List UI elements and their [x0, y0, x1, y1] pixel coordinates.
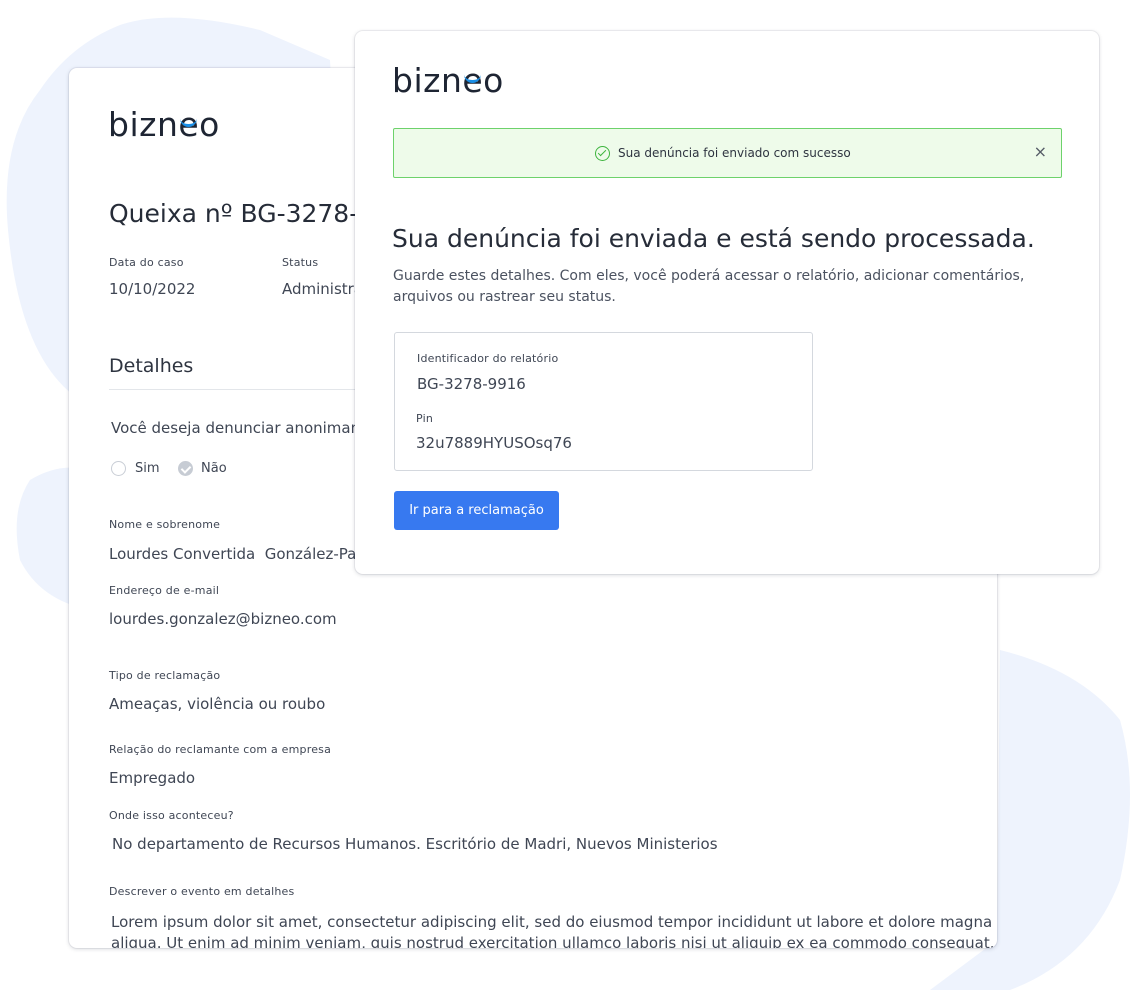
- name-label: Nome e sobrenome: [109, 518, 221, 531]
- details-heading: Detalhes: [109, 355, 194, 377]
- relation-label: Relação do reclamante com a empresa: [109, 743, 332, 756]
- describe-line-1: Lorem ipsum dolor sit amet, consectetur …: [111, 913, 993, 931]
- confirmation-heading: Sua denúncia foi enviada e está sendo pr…: [392, 224, 1035, 253]
- confirmation-description-line-2: arquivos ou rastrear seu status.: [393, 289, 616, 305]
- relation-value: Empregado: [109, 769, 196, 787]
- submission-confirmation-card: bizne o Sua denúncia foi enviado com suce…: [355, 31, 1099, 574]
- success-alert: Sua denúncia foi enviado com sucesso ×: [393, 128, 1062, 178]
- report-id-label: Identificador do relatório: [417, 352, 559, 365]
- go-to-complaint-button[interactable]: Ir para a reclamação: [394, 491, 559, 530]
- email-value: lourdes.gonzalez@bizneo.com: [109, 610, 337, 628]
- anonymous-question: Você deseja denunciar anonimam: [111, 419, 366, 437]
- where-value: No departamento de Recursos Humanos. Esc…: [112, 835, 718, 853]
- bizneo-logo: bizne o: [108, 105, 220, 144]
- radio-yes-label[interactable]: Sim: [135, 461, 160, 476]
- where-label: Onde isso aconteceu?: [109, 809, 234, 822]
- case-date-label: Data do caso: [109, 256, 184, 269]
- describe-line-2: aliqua. Ut enim ad minim veniam, quis no…: [111, 934, 995, 948]
- pin-label: Pin: [416, 412, 434, 425]
- report-id-value: BG-3278-9916: [417, 375, 526, 393]
- radio-no-label[interactable]: Não: [201, 461, 227, 476]
- type-label: Tipo de reclamação: [109, 669, 221, 682]
- pin-value: 32u7889HYUSOsq76: [416, 434, 572, 452]
- report-details-box: Identificador do relatório BG-3278-9916 …: [394, 332, 813, 471]
- case-date-value: 10/10/2022: [109, 280, 196, 298]
- name-value: Lourdes Convertida González-Pala: [109, 545, 370, 563]
- complaint-title: Queixa nº BG-3278-: [109, 199, 359, 228]
- status-label: Status: [282, 256, 319, 269]
- type-value: Ameaças, violência ou roubo: [109, 695, 326, 713]
- bizneo-logo: bizne o: [392, 61, 504, 100]
- email-label: Endereço de e-mail: [109, 584, 220, 597]
- close-icon[interactable]: ×: [1034, 142, 1047, 161]
- describe-label: Descrever o evento em detalhes: [109, 885, 295, 898]
- radio-no[interactable]: [178, 461, 193, 476]
- radio-yes[interactable]: [111, 461, 126, 476]
- success-alert-text: Sua denúncia foi enviado com sucesso: [618, 146, 851, 160]
- check-circle-icon: [595, 146, 610, 161]
- confirmation-description-line-1: Guarde estes detalhes. Com eles, você po…: [393, 268, 1025, 284]
- status-value: Administra: [282, 280, 364, 298]
